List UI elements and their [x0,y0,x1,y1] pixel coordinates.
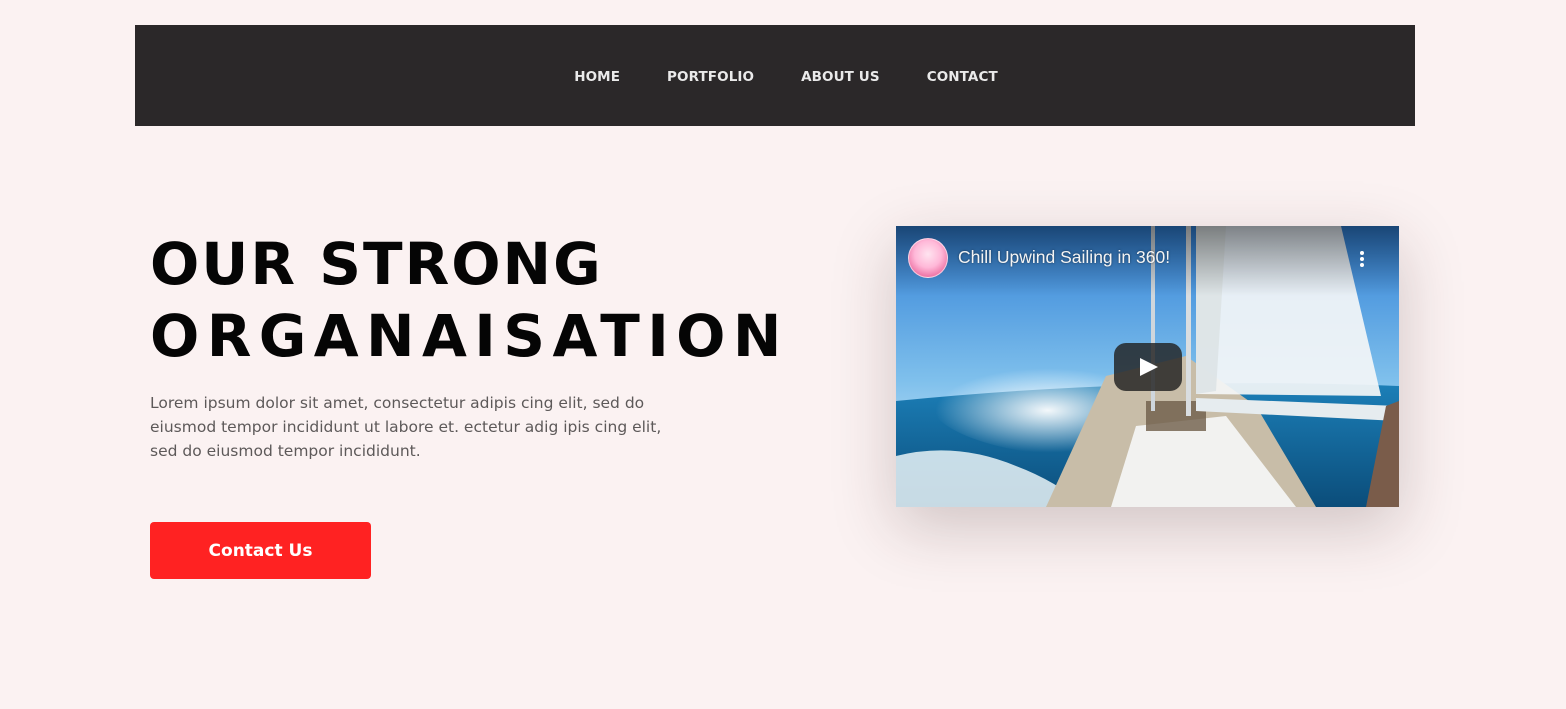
hero-heading-line-2: ORGANAISATION [150,302,789,370]
nav-item-portfolio: PORTFOLIO [644,66,778,85]
video-title[interactable]: Chill Upwind Sailing in 360! [958,247,1170,268]
hero-heading-line-1: OUR STRONG [150,230,603,298]
more-vertical-icon[interactable] [1354,248,1370,270]
top-navbar: HOME PORTFOLIO ABOUT US CONTACT [135,25,1415,126]
youtube-play-icon[interactable] [1114,343,1182,391]
nav-link-contact[interactable]: CONTACT [927,69,998,85]
nav-item-about-us: ABOUT US [778,66,904,85]
nav-link-home[interactable]: HOME [574,69,620,85]
video-embed[interactable]: Chill Upwind Sailing in 360! [896,226,1399,507]
nav-item-contact: CONTACT [903,66,1021,85]
hero-heading: OUR STRONG ORGANAISATION [150,228,789,372]
meditation-avatar-icon[interactable] [908,238,948,278]
contact-us-button[interactable]: Contact Us [150,522,371,579]
hero-description: Lorem ipsum dolor sit amet, consectetur … [150,394,662,460]
nav-menu: HOME PORTFOLIO ABOUT US CONTACT [551,66,1022,85]
play-triangle-icon [1140,358,1158,376]
nav-link-portfolio[interactable]: PORTFOLIO [667,69,754,85]
nav-link-about-us[interactable]: ABOUT US [801,69,880,85]
nav-item-home: HOME [551,66,644,85]
